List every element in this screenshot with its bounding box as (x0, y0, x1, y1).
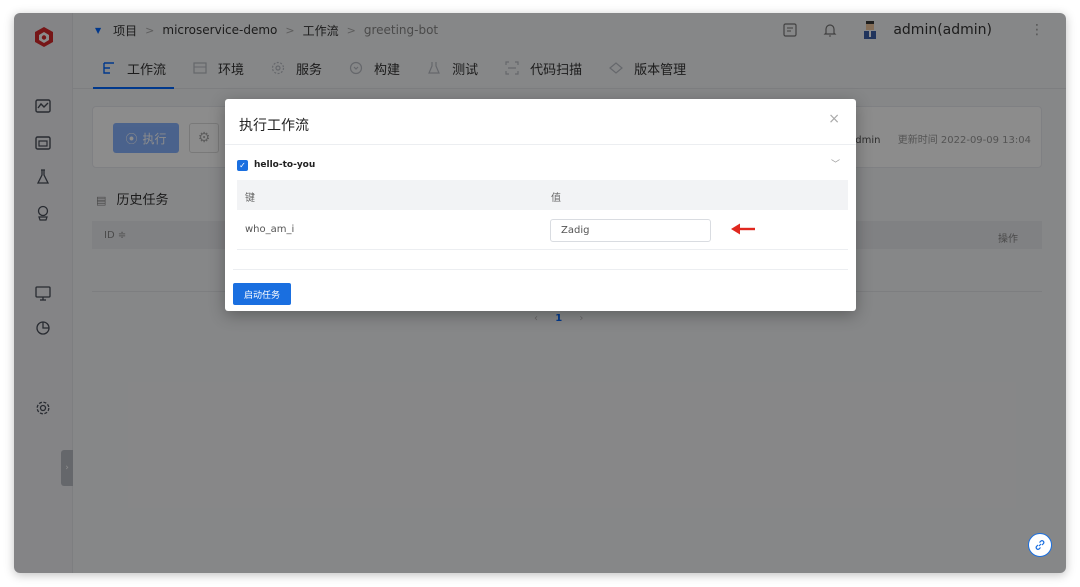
workflow-select-row[interactable]: ✓ hello-to-you ﹀ (237, 154, 844, 176)
workflow-checkbox[interactable]: ✓ (237, 159, 248, 171)
dialog-divider (225, 144, 856, 145)
run-workflow-dialog: 执行工作流 × ✓ hello-to-you ﹀ 键 值 who_am_i Za… (225, 99, 856, 311)
key-header: 键 (245, 193, 255, 204)
close-icon[interactable]: × (828, 111, 840, 127)
dialog-title: 执行工作流 (239, 118, 309, 134)
value-header: 值 (551, 193, 561, 204)
params-table-header: 键 值 (237, 180, 848, 210)
start-task-button[interactable]: 启动任务 (233, 283, 291, 305)
workflow-name: hello-to-you (254, 160, 316, 170)
help-link-icon[interactable] (1028, 533, 1052, 557)
dialog-footer-divider (233, 269, 848, 270)
param-key: who_am_i (245, 224, 295, 235)
red-arrow-annotation-icon (731, 223, 755, 235)
param-row: who_am_i Zadig (237, 210, 848, 250)
chevron-down-icon[interactable]: ﹀ (831, 157, 840, 170)
param-value-input[interactable]: Zadig (550, 219, 711, 242)
